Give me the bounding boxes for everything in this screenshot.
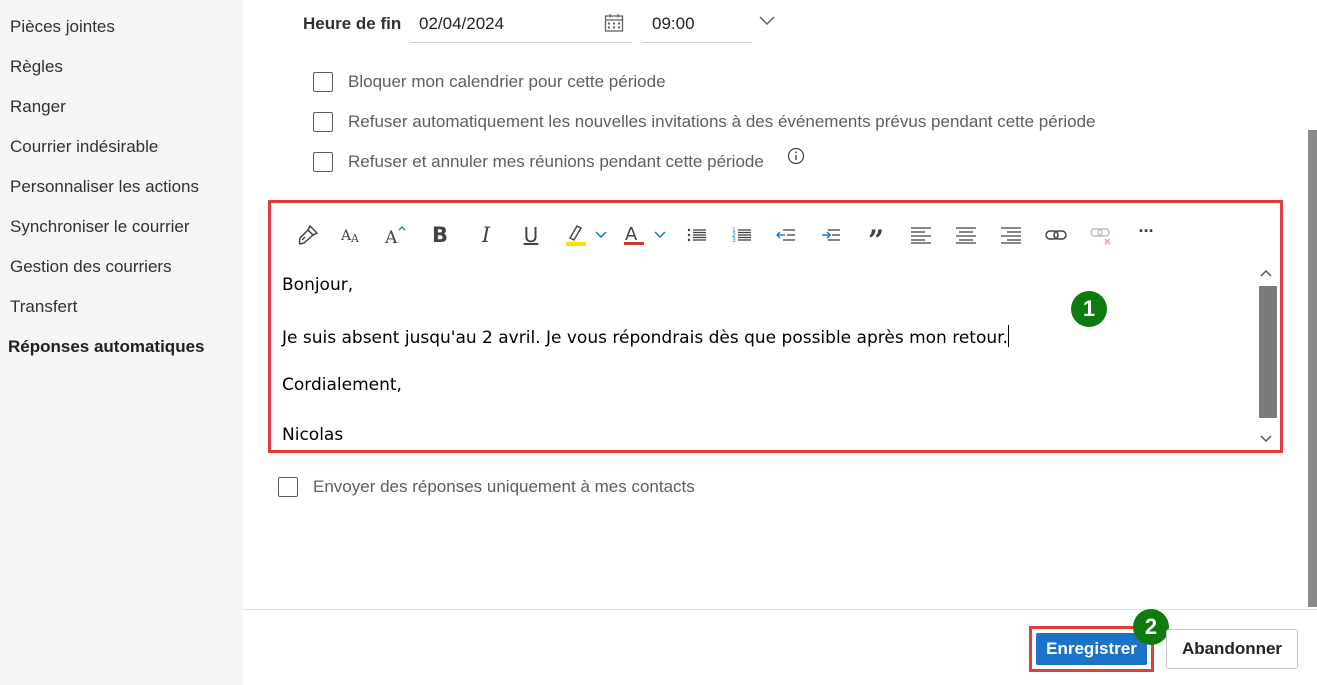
message-line-body: Je suis absent jusqu'au 2 avril. Je vous…: [282, 325, 1009, 348]
format-painter-icon[interactable]: [295, 221, 321, 249]
step-badge-2: 2: [1133, 609, 1169, 645]
sidebar-item-auto-replies[interactable]: Réponses automatiques: [8, 335, 205, 359]
message-line-greeting: Bonjour,: [282, 275, 354, 295]
decline-cancel-checkbox[interactable]: [313, 152, 333, 172]
numbered-list-icon[interactable]: 123: [730, 221, 754, 249]
settings-sidebar: Pièces jointes Règles Ranger Courrier in…: [0, 0, 243, 685]
italic-icon[interactable]: I: [475, 221, 497, 249]
sidebar-item-junk[interactable]: Courrier indésirable: [10, 135, 158, 159]
save-button[interactable]: Enregistrer: [1036, 633, 1147, 665]
increase-indent-icon[interactable]: [819, 221, 843, 249]
decline-cancel-label: Refuser et annuler mes réunions pendant …: [348, 152, 764, 171]
highlight-icon[interactable]: [564, 221, 610, 249]
sidebar-item-rules[interactable]: Règles: [10, 55, 63, 79]
svg-text:A: A: [350, 232, 360, 245]
scroll-up-icon[interactable]: [1260, 267, 1272, 279]
font-color-icon[interactable]: A: [623, 221, 669, 249]
chevron-down-icon[interactable]: [758, 14, 776, 26]
auto-replies-panel: Heure de fin 02/04/2024 09:00 Bloquer mo…: [243, 0, 1317, 685]
end-time-select[interactable]: 09:00: [642, 5, 752, 43]
step-badge-1: 1: [1071, 291, 1107, 327]
info-icon[interactable]: [787, 147, 805, 165]
sidebar-item-sweep[interactable]: Ranger: [10, 95, 66, 119]
decline-invites-label: Refuser automatiquement les nouvelles in…: [348, 112, 1096, 131]
insert-link-icon[interactable]: [1044, 221, 1068, 249]
decrease-indent-icon[interactable]: [774, 221, 798, 249]
sidebar-item-sync[interactable]: Synchroniser le courrier: [10, 215, 190, 239]
decline-invites-checkbox[interactable]: [313, 112, 333, 132]
more-options-icon[interactable]: ···: [1133, 221, 1159, 249]
contacts-only-checkbox[interactable]: [278, 477, 298, 497]
format-toolbar: AA A B I U A 123 ” ···: [271, 203, 1280, 263]
text-caret: [1007, 325, 1009, 347]
sidebar-item-customize-actions[interactable]: Personnaliser les actions: [10, 175, 199, 199]
grow-font-icon[interactable]: A: [383, 221, 409, 249]
contacts-only-label: Envoyer des réponses uniquement à mes co…: [313, 477, 695, 496]
end-time-value: 09:00: [652, 14, 695, 33]
align-right-icon[interactable]: [999, 221, 1023, 249]
align-center-icon[interactable]: [954, 221, 978, 249]
end-time-label: Heure de fin: [303, 14, 402, 33]
svg-text:A: A: [625, 224, 638, 245]
discard-button[interactable]: Abandonner: [1166, 629, 1298, 669]
sidebar-item-message-handling[interactable]: Gestion des courriers: [10, 255, 172, 279]
quote-icon[interactable]: ”: [865, 221, 887, 257]
bullet-list-icon[interactable]: [685, 221, 709, 249]
sidebar-item-forwarding[interactable]: Transfert: [10, 295, 77, 319]
block-calendar-label: Bloquer mon calendrier pour cette périod…: [348, 72, 666, 91]
sidebar-item-attachments[interactable]: Pièces jointes: [10, 15, 115, 39]
svg-text:3: 3: [732, 237, 736, 244]
message-line-closing: Cordialement,: [282, 375, 402, 395]
font-size-icon[interactable]: AA: [339, 221, 365, 249]
end-date-input[interactable]: 02/04/2024: [410, 5, 632, 43]
end-date-value: 02/04/2024: [419, 14, 505, 33]
page-scrollbar-thumb[interactable]: [1308, 130, 1317, 607]
message-line-signature: Nicolas: [282, 425, 344, 445]
calendar-icon[interactable]: [604, 13, 624, 33]
svg-text:A: A: [384, 228, 398, 247]
message-editor[interactable]: AA A B I U A 123 ” ··· Bonjour, Je suis …: [268, 200, 1283, 453]
remove-link-icon[interactable]: [1089, 221, 1113, 249]
editor-scrollbar-thumb[interactable]: [1259, 286, 1277, 418]
scroll-down-icon[interactable]: [1260, 433, 1272, 445]
underline-icon[interactable]: U: [520, 221, 542, 249]
bold-icon[interactable]: B: [429, 221, 451, 249]
block-calendar-checkbox[interactable]: [313, 72, 333, 92]
align-left-icon[interactable]: [909, 221, 933, 249]
